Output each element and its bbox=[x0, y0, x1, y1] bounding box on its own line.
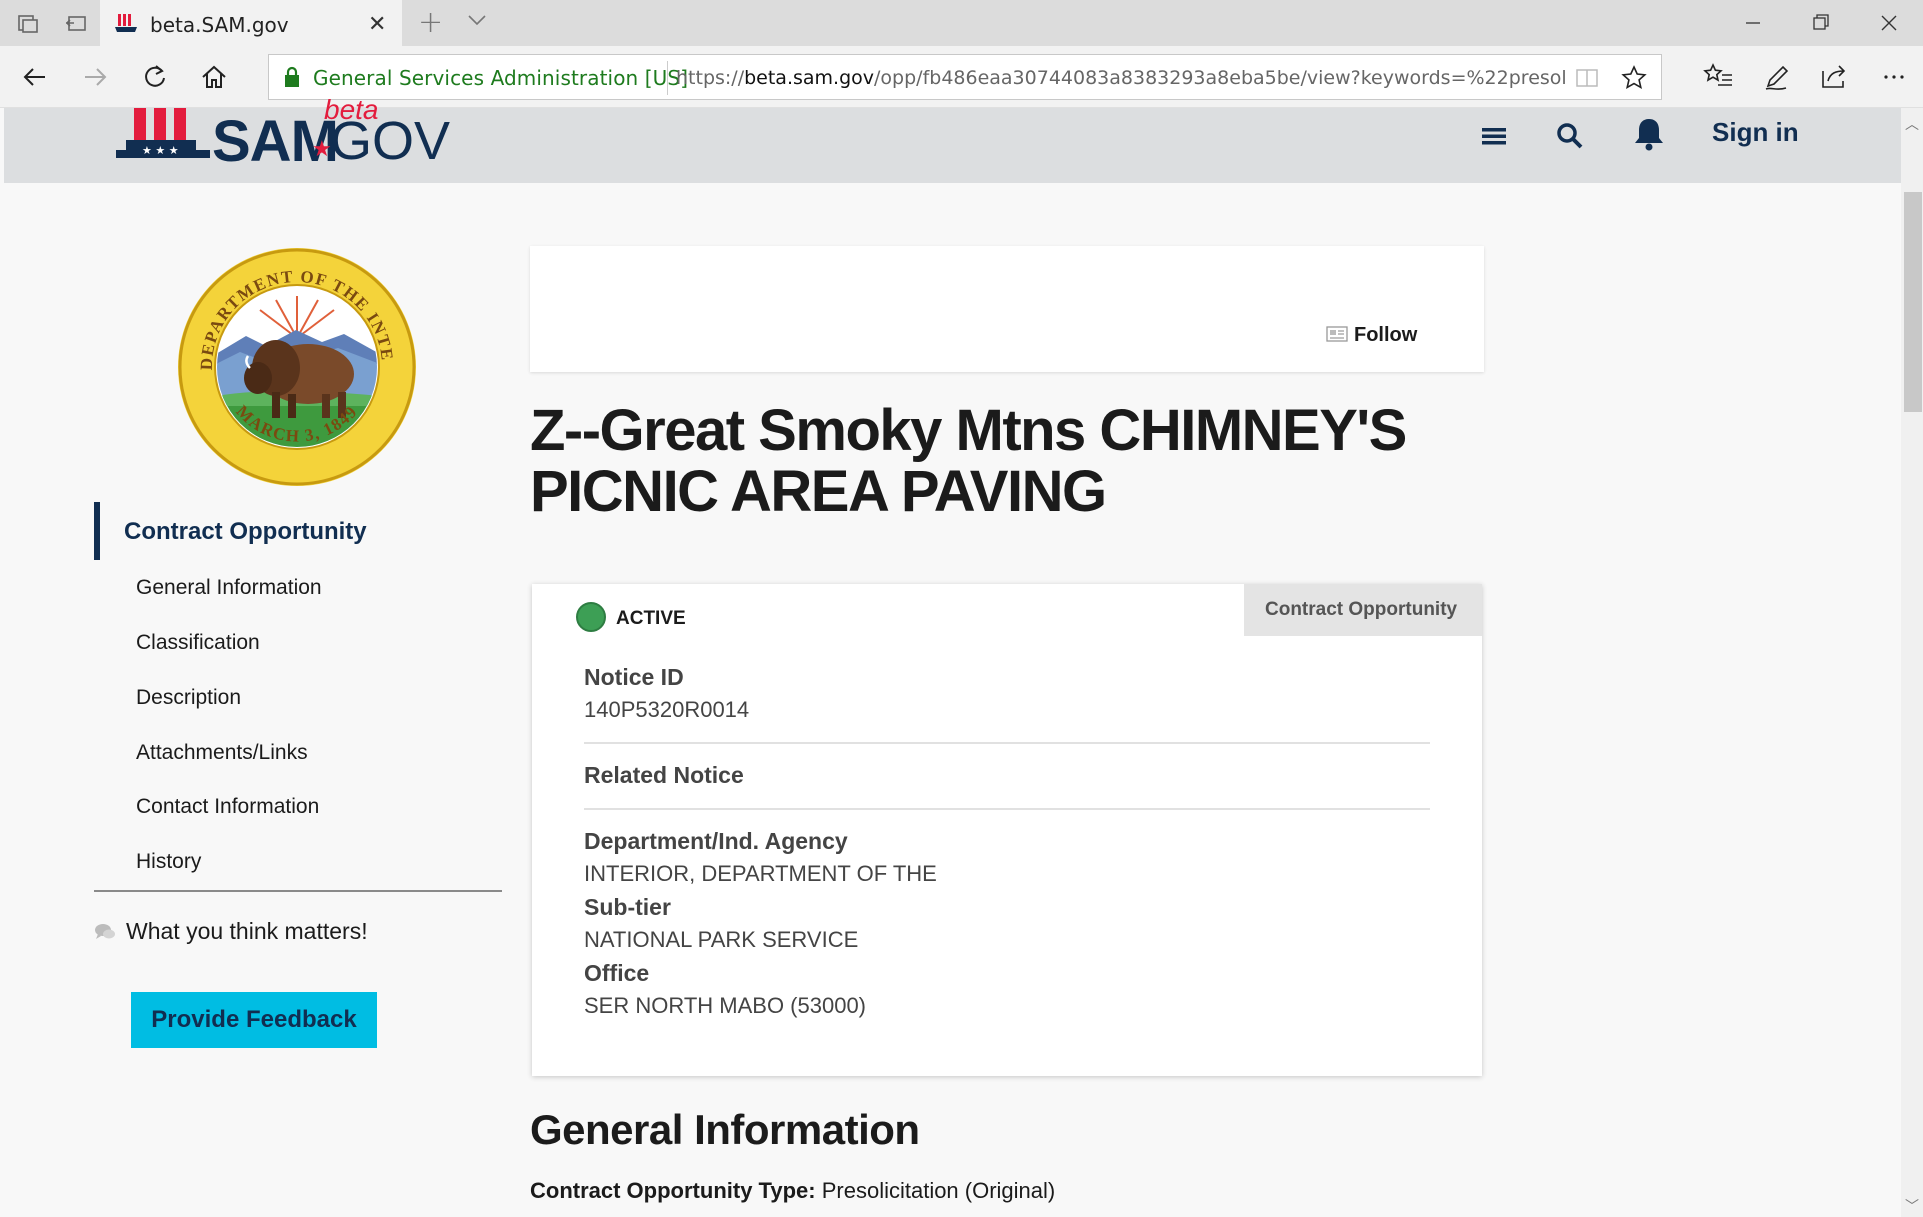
follow-label: Follow bbox=[1354, 324, 1418, 346]
sidebar-active-label: Contract Opportunity bbox=[124, 518, 367, 545]
sidebar-item-history[interactable]: History bbox=[136, 850, 201, 874]
pen-notes-icon[interactable] bbox=[1760, 61, 1792, 93]
sidebar-item-description[interactable]: Description bbox=[136, 686, 241, 710]
uncle-sam-hat-icon: ★ ★ ★ bbox=[116, 108, 210, 158]
url-field[interactable]: General Services Administration [US] htt… bbox=[268, 54, 1662, 100]
sidebar-item-contract-opportunity[interactable]: Contract Opportunity bbox=[94, 502, 502, 560]
opportunity-type-line: Contract Opportunity Type: Presolicitati… bbox=[530, 1178, 1055, 1204]
sidebar-item-general-information[interactable]: General Information bbox=[136, 576, 322, 600]
favorites-list-icon[interactable] bbox=[1702, 61, 1734, 93]
notice-summary-card: ACTIVE Contract Opportunity Notice ID 14… bbox=[532, 584, 1482, 1076]
active-tab[interactable]: beta.SAM.gov ✕ bbox=[100, 0, 402, 46]
logo-beta-text: beta bbox=[324, 94, 379, 125]
opportunity-type-tag: Contract Opportunity bbox=[1244, 584, 1482, 636]
provide-feedback-button[interactable]: Provide Feedback bbox=[131, 992, 377, 1048]
url-text[interactable]: https://beta.sam.gov/opp/fb486eaa3074408… bbox=[676, 67, 1566, 89]
show-aside-tabs-icon[interactable] bbox=[64, 12, 88, 34]
site-header: ★ ★ ★ SAM ★ GOV beta Sign in bbox=[4, 94, 1901, 183]
department-interior-seal: U.S. DEPARTMENT OF THE INTERIOR MARCH 3,… bbox=[176, 246, 416, 486]
card-divider bbox=[584, 742, 1430, 744]
minimize-icon[interactable] bbox=[1719, 0, 1787, 46]
page-scrollbar[interactable]: ︿ ﹀ bbox=[1901, 108, 1923, 1217]
related-notice-label: Related Notice bbox=[584, 762, 744, 788]
follow-newspaper-icon bbox=[1326, 326, 1348, 342]
feedback-prompt-text: What you think matters! bbox=[126, 918, 368, 944]
general-information-heading: General Information bbox=[530, 1106, 920, 1153]
sidebar-item-contact-information[interactable]: Contact Information bbox=[136, 795, 319, 819]
new-tab-icon[interactable]: + bbox=[418, 5, 443, 40]
scroll-up-icon[interactable]: ︿ bbox=[1905, 114, 1919, 134]
scroll-thumb[interactable] bbox=[1904, 192, 1922, 412]
forward-arrow-icon[interactable] bbox=[80, 62, 110, 92]
hamburger-menu-icon[interactable] bbox=[1478, 120, 1510, 152]
department-value: INTERIOR, DEPARTMENT OF THE bbox=[584, 861, 937, 886]
site-identity[interactable]: General Services Administration [US] bbox=[313, 66, 688, 90]
search-icon[interactable] bbox=[1554, 120, 1586, 152]
sign-in-link[interactable]: Sign in bbox=[1712, 117, 1799, 148]
favorite-star-icon[interactable] bbox=[1621, 65, 1647, 91]
lock-icon bbox=[285, 66, 299, 87]
status-indicator-dot bbox=[576, 602, 606, 632]
window-close-icon[interactable] bbox=[1855, 0, 1923, 46]
subtier-value: NATIONAL PARK SERVICE bbox=[584, 927, 859, 952]
browser-tab-bar: beta.SAM.gov ✕ + bbox=[0, 0, 1923, 46]
refresh-icon[interactable] bbox=[140, 62, 170, 92]
scroll-down-icon[interactable]: ﹀ bbox=[1905, 1196, 1919, 1216]
follow-card: Follow bbox=[530, 246, 1484, 372]
url-separator bbox=[667, 61, 668, 95]
tab-title: beta.SAM.gov bbox=[150, 13, 289, 37]
url-scheme: https:// bbox=[676, 67, 745, 89]
svg-text:★ ★ ★: ★ ★ ★ bbox=[142, 144, 179, 157]
logo-star: ★ bbox=[312, 136, 332, 161]
back-arrow-icon[interactable] bbox=[20, 62, 50, 92]
url-path: /opp/fb486eaa30744083a8383293a8eba5be/vi… bbox=[874, 67, 1566, 89]
sidebar-divider bbox=[94, 890, 502, 892]
more-menu-icon[interactable] bbox=[1880, 61, 1912, 93]
sam-logo[interactable]: ★ ★ ★ SAM ★ GOV beta bbox=[116, 94, 450, 174]
share-icon[interactable] bbox=[1818, 61, 1850, 93]
department-label: Department/Ind. Agency bbox=[584, 828, 848, 854]
tab-close-icon[interactable]: ✕ bbox=[368, 12, 386, 37]
subtier-label: Sub-tier bbox=[584, 894, 671, 920]
follow-button[interactable]: Follow bbox=[1326, 324, 1418, 347]
sidebar-item-attachments-links[interactable]: Attachments/Links bbox=[136, 741, 308, 765]
notice-id-label: Notice ID bbox=[584, 664, 684, 690]
card-divider bbox=[584, 808, 1430, 810]
address-bar-row: General Services Administration [US] htt… bbox=[0, 46, 1923, 108]
page-title: Z--Great Smoky Mtns CHIMNEY'S PICNIC ARE… bbox=[530, 398, 1407, 524]
restore-icon[interactable] bbox=[1787, 0, 1855, 46]
url-host: beta.sam.gov bbox=[744, 67, 875, 89]
opportunity-type-field-label: Contract Opportunity Type: bbox=[530, 1178, 816, 1203]
sam-favicon-icon bbox=[115, 14, 137, 32]
tab-aside-icon[interactable] bbox=[16, 12, 40, 34]
office-value: SER NORTH MABO (53000) bbox=[584, 993, 867, 1018]
home-icon[interactable] bbox=[199, 62, 229, 92]
tab-list-chevron-icon[interactable] bbox=[466, 10, 488, 30]
opportunity-type-field-value: Presolicitation (Original) bbox=[821, 1178, 1056, 1203]
status-text: ACTIVE bbox=[616, 608, 686, 629]
opportunity-type-label: Contract Opportunity bbox=[1265, 599, 1458, 620]
sidebar-item-classification[interactable]: Classification bbox=[136, 631, 260, 655]
reading-view-icon[interactable] bbox=[1575, 67, 1599, 89]
chat-bubbles-icon bbox=[95, 924, 115, 939]
notice-id-value: 140P5320R0014 bbox=[584, 697, 750, 722]
office-label: Office bbox=[584, 960, 650, 986]
notification-bell-icon[interactable] bbox=[1632, 116, 1666, 152]
